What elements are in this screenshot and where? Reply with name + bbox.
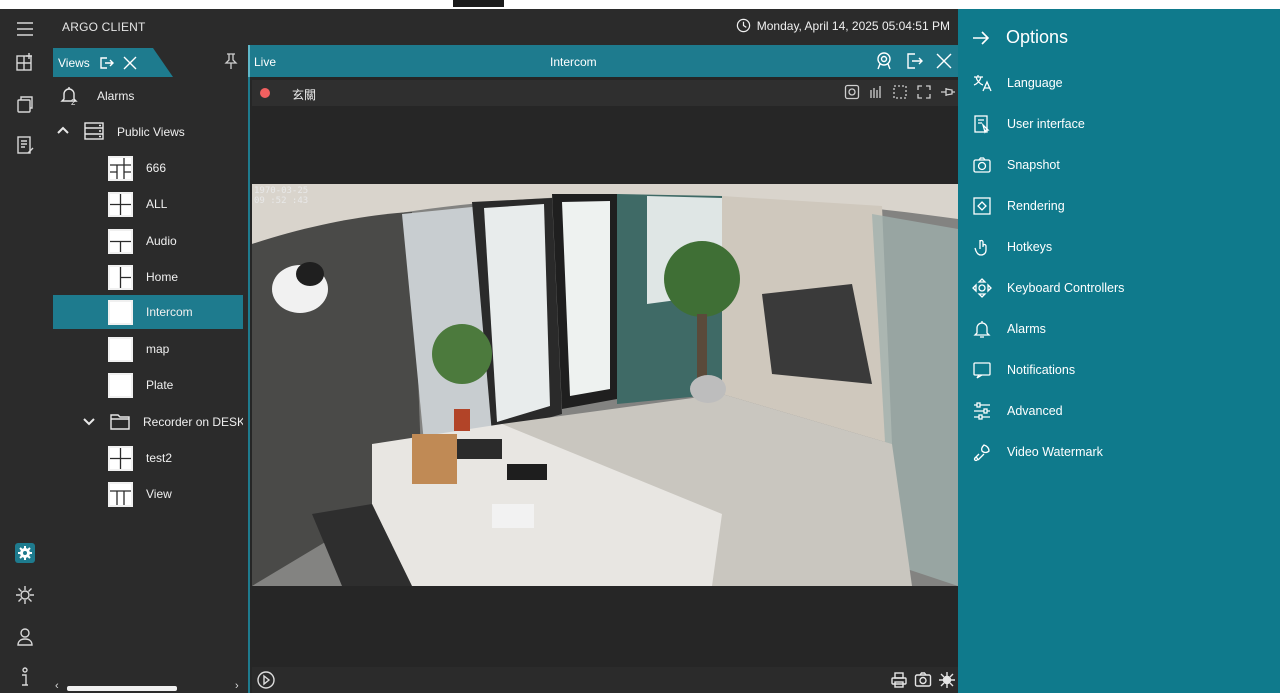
options-item-advanced[interactable]: Advanced [972,397,1063,425]
snapshot-icon[interactable] [844,84,860,100]
select-region-icon[interactable] [892,84,908,100]
options-item-alarms[interactable]: Alarms [972,315,1046,343]
audio-level-icon[interactable] [868,84,884,100]
tree-item-view[interactable]: View [108,477,243,511]
camera-name: 玄關 [292,88,317,102]
layout-icon [108,191,133,217]
live-panel: 玄關 1970-03-25 09:52:43 [248,77,958,693]
windows-icon[interactable] [0,84,50,124]
edit-icon[interactable] [0,125,50,165]
views-tab[interactable]: Views [53,48,173,77]
close-icon[interactable] [122,55,138,71]
options-item-rendering[interactable]: Rendering [972,192,1065,220]
svg-text:2: 2 [71,98,76,106]
playback-bar [252,667,958,693]
horizontal-scrollbar[interactable]: ‹ › [55,680,243,693]
layout-icon [108,155,133,181]
gear-icon[interactable] [938,671,956,689]
options-item-notifications[interactable]: Notifications [972,356,1075,384]
views-tab-label: Views [58,55,90,70]
play-icon[interactable] [256,670,276,693]
tree-item-view[interactable]: Home [108,260,243,294]
layout-icon [108,372,133,398]
clock: Monday, April 14, 2025 05:04:51 PM [736,18,950,33]
views-panel: 2 Alarms Public Views 666 ALL Audio Home… [50,77,248,693]
scroll-left-icon[interactable]: ‹ [55,680,59,692]
camera-scene [252,184,958,586]
print-icon[interactable] [890,671,908,689]
server-icon [83,120,105,145]
recording-indicator [260,88,270,98]
options-item-hotkeys[interactable]: Hotkeys [972,233,1052,261]
language-icon [972,73,992,93]
options-drawer: Options Language User interface Snapshot… [958,9,1280,693]
layout-icon [108,228,133,254]
tree-item-view[interactable]: Audio [108,224,243,258]
tree-item-view[interactable]: ALL [108,187,243,221]
location-search-icon[interactable] [874,51,894,71]
options-gear-icon[interactable] [0,533,50,573]
chevron-up-icon[interactable] [57,125,69,140]
camera-icon [972,155,992,175]
folder-icon [109,410,131,435]
settings-icon[interactable] [0,575,50,615]
options-item-language[interactable]: Language [972,69,1063,97]
tree-item-view-selected[interactable]: Intercom [53,295,243,329]
top-strip-marker [453,0,504,7]
scrollbar-thumb[interactable] [67,686,177,691]
export-icon[interactable] [904,51,924,71]
pin-horizontal-icon[interactable] [940,84,956,100]
views-icon[interactable] [0,42,50,82]
tree-item-view[interactable]: 666 [108,151,243,185]
live-header: Live Intercom [248,45,958,77]
options-item-snapshot[interactable]: Snapshot [972,151,1060,179]
watermark-icon [972,442,992,462]
tree-item-view[interactable]: Plate [108,368,243,402]
layout-icon [108,336,133,362]
bell-icon: 2 [58,84,80,109]
bell-icon [972,319,992,339]
chevron-down-icon[interactable] [83,415,95,430]
timestamp-overlay: 1970-03-25 09 :52 :43 [254,186,309,206]
options-item-keyboard-controllers[interactable]: Keyboard Controllers [972,274,1124,302]
layout-icon [108,481,133,507]
app-title: ARGO CLIENT [62,20,146,34]
layout-icon [108,299,133,325]
options-item-user-interface[interactable]: User interface [972,110,1085,138]
tree-item-view[interactable]: map [108,332,243,366]
hand-pointer-icon [972,237,992,257]
arrow-right-icon[interactable] [972,29,990,47]
user-icon[interactable] [0,617,50,657]
rendering-icon [972,196,992,216]
pin-icon[interactable] [224,53,238,69]
tree-item-public-views[interactable]: Public Views [57,115,250,149]
info-icon[interactable] [0,657,50,693]
datetime-text: Monday, April 14, 2025 05:04:51 PM [756,18,950,33]
current-view-name: Intercom [550,55,597,69]
fullscreen-icon[interactable] [916,84,932,100]
left-rail [0,9,50,693]
camera-icon[interactable] [914,671,932,689]
layout-icon [108,264,133,290]
sliders-icon [972,401,992,421]
export-icon[interactable] [98,55,114,71]
views-tab-bar: Views [50,45,248,77]
user-interface-icon [972,114,992,134]
scroll-right-icon[interactable]: › [235,680,239,692]
live-tab-label[interactable]: Live [254,55,276,69]
title-bar: ARGO CLIENT Monday, April 14, 2025 05:04… [50,9,958,45]
options-title: Options [1006,27,1069,47]
layout-icon [108,445,133,471]
top-strip [0,0,1280,9]
clock-icon [736,18,750,33]
camera-bar: 玄關 [252,80,958,106]
camera-video[interactable]: 1970-03-25 09 :52 :43 [252,184,958,586]
tree-item-recorder[interactable]: Recorder on DESKT [83,405,243,439]
close-icon[interactable] [934,51,954,71]
tree-item-alarms[interactable]: 2 Alarms [57,79,250,113]
tree-item-view[interactable]: test2 [108,441,243,475]
joystick-icon [972,278,992,298]
options-item-video-watermark[interactable]: Video Watermark [972,438,1103,466]
notification-icon [972,360,992,380]
